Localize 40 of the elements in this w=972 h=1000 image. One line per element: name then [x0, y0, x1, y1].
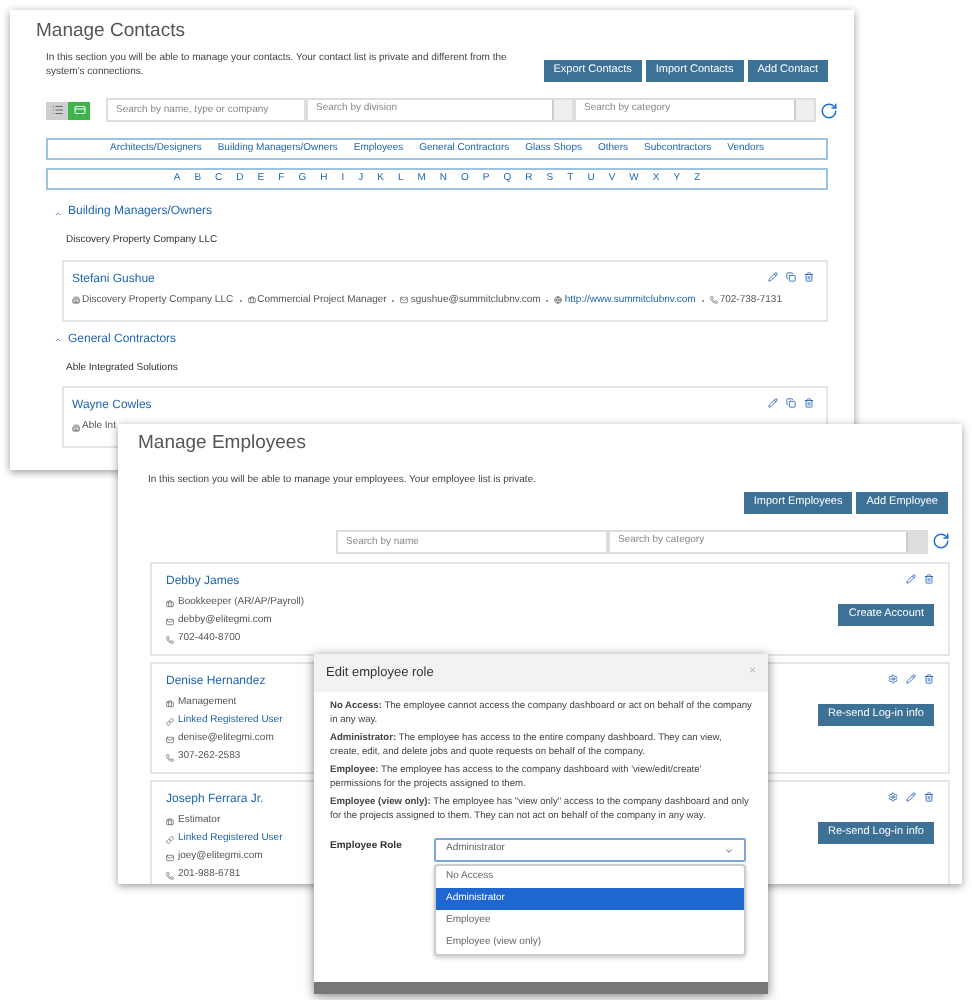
list-icon	[51, 104, 63, 116]
settings-icon[interactable]	[888, 791, 898, 801]
phone-icon	[709, 296, 718, 305]
globe-icon	[554, 296, 563, 305]
building-icon	[72, 296, 80, 305]
briefcase-icon	[166, 699, 174, 708]
card-icon	[73, 104, 85, 116]
window-title: Manage Contacts	[36, 20, 187, 44]
copy-icon[interactable]	[786, 398, 796, 408]
briefcase-icon	[247, 296, 256, 305]
building-icon	[72, 423, 80, 432]
link-icon	[166, 717, 174, 726]
phone-icon	[166, 753, 174, 762]
caret-icon	[724, 845, 734, 855]
delete-icon[interactable]	[804, 398, 814, 408]
mail-icon	[166, 735, 174, 744]
list-view-toggle[interactable]	[46, 101, 68, 119]
edit-icon[interactable]	[906, 673, 916, 683]
briefcase-icon	[166, 817, 174, 826]
edit-icon[interactable]	[768, 398, 778, 408]
edit-icon[interactable]	[906, 573, 916, 583]
copy-icon[interactable]	[786, 271, 796, 281]
mail-icon	[166, 853, 174, 862]
refresh-icon[interactable]	[932, 532, 950, 550]
delete-icon[interactable]	[924, 573, 934, 583]
delete-icon[interactable]	[924, 673, 934, 683]
phone-icon	[166, 871, 174, 880]
briefcase-icon	[166, 599, 174, 608]
phone-icon	[166, 635, 174, 644]
edit-icon[interactable]	[768, 271, 778, 281]
window-title: Manage Employees	[136, 432, 308, 456]
delete-icon[interactable]	[924, 791, 934, 801]
link-icon	[166, 835, 174, 844]
refresh-icon[interactable]	[820, 101, 838, 119]
mail-icon	[166, 617, 174, 626]
settings-icon[interactable]	[888, 673, 898, 683]
edit-icon[interactable]	[906, 791, 916, 801]
delete-icon[interactable]	[804, 271, 814, 281]
card-view-toggle[interactable]	[68, 101, 90, 119]
mail-icon	[400, 296, 409, 305]
